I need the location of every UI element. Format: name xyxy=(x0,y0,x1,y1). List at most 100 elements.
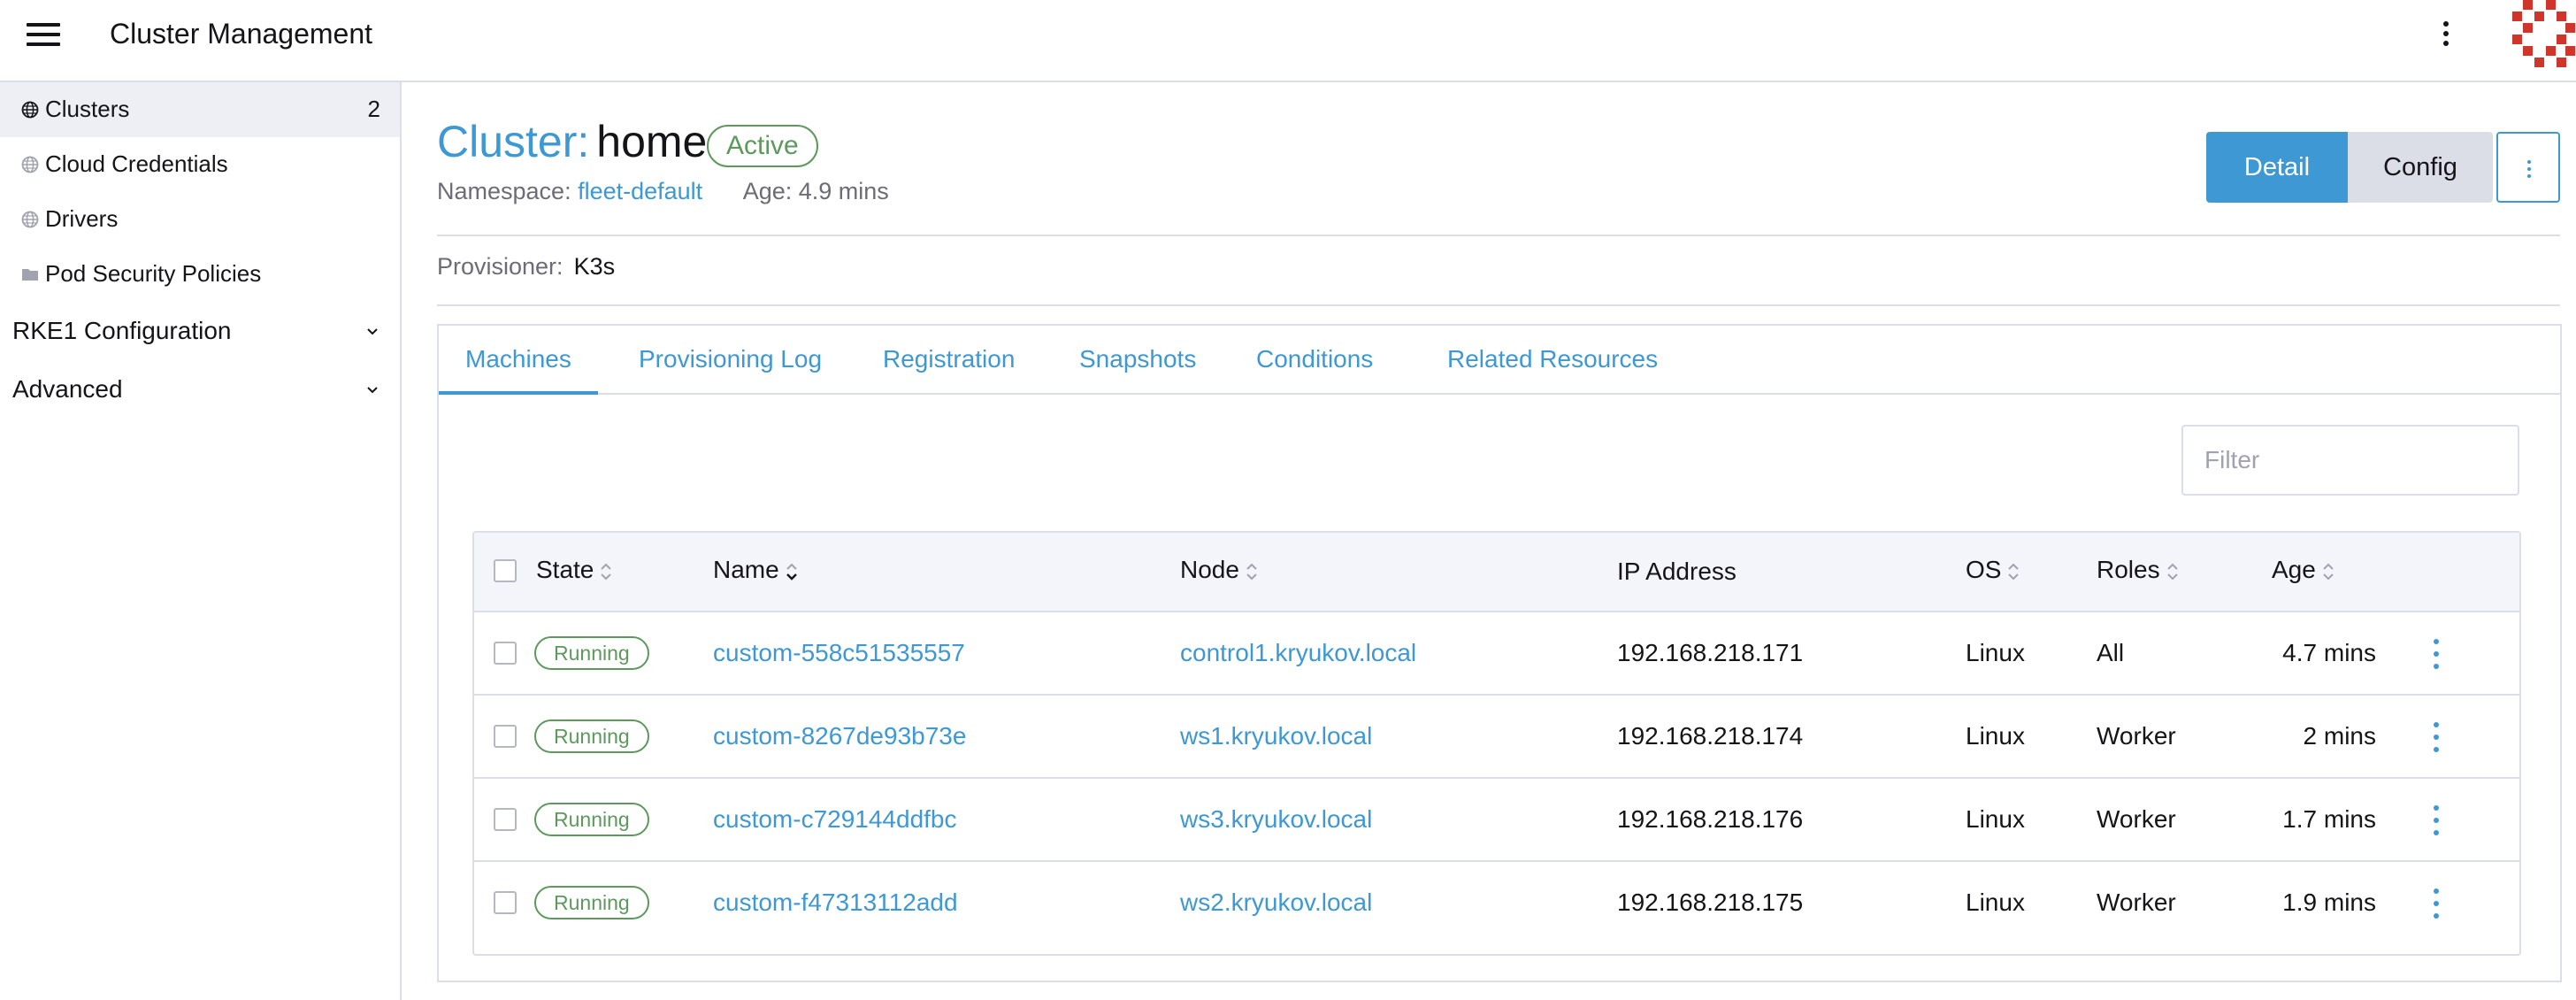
cluster-name: home xyxy=(596,117,708,166)
divider xyxy=(437,235,2560,236)
row-actions-icon[interactable] xyxy=(2426,637,2447,671)
age-value: 1.7 mins xyxy=(2282,805,2376,833)
sidebar-item-label: Drivers xyxy=(45,205,119,232)
machine-name-link[interactable]: custom-f47313112add xyxy=(713,888,958,917)
column-label: State xyxy=(536,556,594,583)
hamburger-menu-icon[interactable] xyxy=(27,21,62,48)
app-title: Cluster Management xyxy=(110,18,373,50)
column-header-os[interactable]: OS xyxy=(1966,556,2020,584)
page-title: Cluster: home xyxy=(437,116,707,167)
os-value: Linux xyxy=(1966,805,2025,833)
clusters-count: 2 xyxy=(367,96,380,122)
node-link[interactable]: ws2.kryukov.local xyxy=(1180,888,1372,917)
namespace-label: Namespace: xyxy=(437,178,571,204)
select-all-checkbox[interactable] xyxy=(494,559,517,582)
main-content: Cluster: home Active Namespace: fleet-def… xyxy=(402,82,2576,1000)
sidebar-group-rke1-configuration[interactable]: RKE1 Configuration xyxy=(0,304,400,359)
cluster-meta: Namespace: fleet-default Age: 4.9 mins xyxy=(437,178,889,205)
row-actions-icon[interactable] xyxy=(2426,720,2447,754)
table-header: State Name Node IP Address OS Roles Age xyxy=(474,533,2519,612)
os-value: Linux xyxy=(1966,639,2025,666)
sidebar-group-label: Advanced xyxy=(12,375,123,403)
sort-icon xyxy=(601,563,612,581)
divider xyxy=(437,304,2560,306)
tab-provisioning-log[interactable]: Provisioning Log xyxy=(639,326,822,395)
column-header-name[interactable]: Name xyxy=(713,556,799,584)
age-value: 4.7 mins xyxy=(2282,639,2376,666)
state-badge: Running xyxy=(534,886,649,919)
machine-name-link[interactable]: custom-8267de93b73e xyxy=(713,722,966,750)
tab-machines[interactable]: Machines xyxy=(439,326,598,395)
sort-icon xyxy=(2323,563,2334,581)
detail-button[interactable]: Detail xyxy=(2206,132,2348,203)
sidebar-item-label: Clusters xyxy=(45,96,130,122)
sidebar-item-clusters[interactable]: Clusters 2 xyxy=(0,82,400,137)
column-label: OS xyxy=(1966,556,2002,583)
chevron-down-icon xyxy=(367,387,378,394)
cluster-title-prefix: Cluster: xyxy=(437,117,590,166)
row-checkbox[interactable] xyxy=(494,891,517,914)
column-label: Age xyxy=(2272,556,2316,583)
globe-icon xyxy=(21,101,39,119)
tabs-panel: Machines Provisioning Log Registration S… xyxy=(437,324,2562,982)
tab-bar: Machines Provisioning Log Registration S… xyxy=(439,326,2560,395)
sidebar-item-cloud-credentials[interactable]: Cloud Credentials xyxy=(0,137,400,192)
column-header-ip-address: IP Address xyxy=(1617,558,1736,586)
sidebar-item-drivers[interactable]: Drivers xyxy=(0,192,400,247)
ip-address: 192.168.218.174 xyxy=(1617,722,1804,750)
table-row: Running custom-c729144ddfbc ws3.kryukov.… xyxy=(474,779,2519,862)
column-label: Node xyxy=(1180,556,1239,583)
tab-registration[interactable]: Registration xyxy=(883,326,1015,395)
sidebar-group-advanced[interactable]: Advanced xyxy=(0,363,400,418)
ip-address: 192.168.218.175 xyxy=(1617,888,1804,916)
sort-icon xyxy=(2008,563,2020,581)
column-header-node[interactable]: Node xyxy=(1180,556,1259,584)
row-checkbox[interactable] xyxy=(494,642,517,665)
column-header-state[interactable]: State xyxy=(536,556,613,584)
sidebar-item-pod-security-policies[interactable]: Pod Security Policies xyxy=(0,247,400,302)
config-button[interactable]: Config xyxy=(2348,132,2493,203)
node-link[interactable]: ws1.kryukov.local xyxy=(1180,722,1372,750)
chevron-down-icon xyxy=(367,328,378,335)
machine-name-link[interactable]: custom-c729144ddfbc xyxy=(713,805,957,834)
row-actions-icon[interactable] xyxy=(2426,887,2447,920)
node-link[interactable]: ws3.kryukov.local xyxy=(1180,805,1372,834)
provisioner-info: Provisioner: K3s xyxy=(437,253,615,281)
filter-input[interactable] xyxy=(2181,425,2519,496)
column-header-age[interactable]: Age xyxy=(2272,556,2335,584)
column-header-roles[interactable]: Roles xyxy=(2097,556,2180,584)
node-link[interactable]: control1.kryukov.local xyxy=(1180,639,1416,667)
sidebar-item-label: Pod Security Policies xyxy=(45,260,262,287)
table-row: Running custom-f47313112add ws2.kryukov.… xyxy=(474,862,2519,945)
row-actions-icon[interactable] xyxy=(2426,804,2447,837)
state-badge: Running xyxy=(534,803,649,836)
age-value: 1.9 mins xyxy=(2282,888,2376,916)
tab-conditions[interactable]: Conditions xyxy=(1256,326,1373,395)
state-badge: Running xyxy=(534,636,649,670)
globe-icon xyxy=(21,211,39,228)
sort-icon xyxy=(2166,563,2178,581)
column-label: IP Address xyxy=(1617,558,1736,585)
ip-address: 192.168.218.176 xyxy=(1617,805,1804,833)
sort-icon xyxy=(786,563,797,581)
machine-name-link[interactable]: custom-558c51535557 xyxy=(713,639,965,667)
vertical-dots-icon[interactable] xyxy=(2433,16,2459,51)
sidebar: Clusters 2 Cloud Credentials Drivers Pod… xyxy=(0,82,402,1000)
os-value: Linux xyxy=(1966,888,2025,916)
tab-related-resources[interactable]: Related Resources xyxy=(1447,326,1658,395)
rancher-logo-icon[interactable] xyxy=(2507,0,2576,69)
actions-menu-button[interactable] xyxy=(2496,132,2560,203)
cluster-age: Age: 4.9 mins xyxy=(742,178,889,204)
globe-icon xyxy=(21,156,39,173)
tab-snapshots[interactable]: Snapshots xyxy=(1079,326,1196,395)
roles-value: Worker xyxy=(2097,805,2176,833)
namespace-link[interactable]: fleet-default xyxy=(578,178,702,204)
roles-value: All xyxy=(2097,639,2125,666)
row-checkbox[interactable] xyxy=(494,808,517,831)
os-value: Linux xyxy=(1966,722,2025,750)
machines-table: State Name Node IP Address OS Roles Age … xyxy=(472,531,2521,956)
row-checkbox[interactable] xyxy=(494,725,517,748)
status-badge: Active xyxy=(707,125,818,167)
state-badge: Running xyxy=(534,719,649,753)
sidebar-item-label: Cloud Credentials xyxy=(45,150,228,177)
